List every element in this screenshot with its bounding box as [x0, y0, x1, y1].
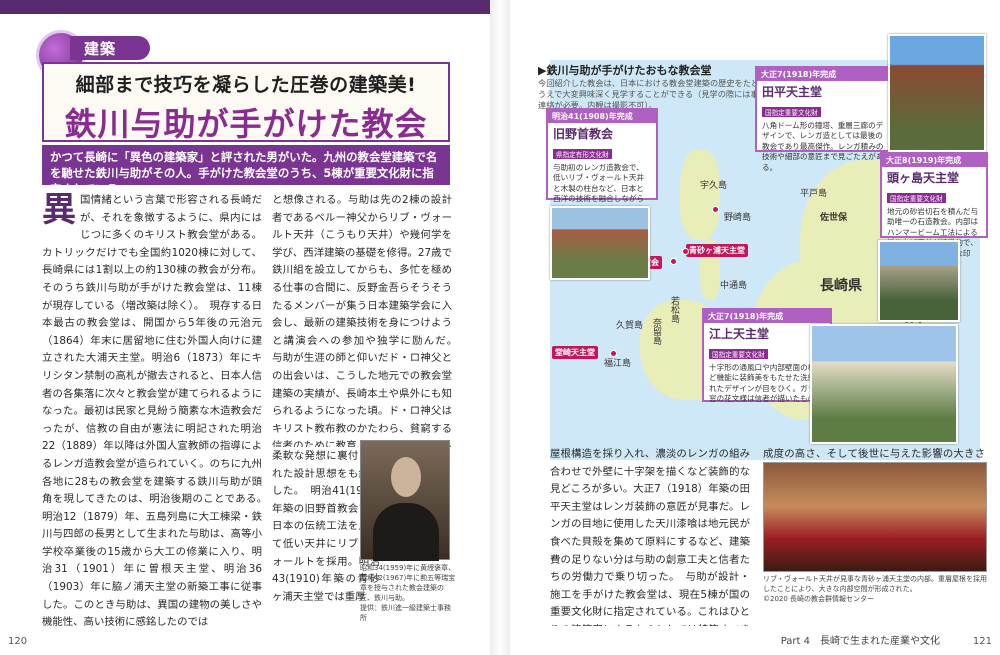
page-number-right: 121: [972, 636, 992, 647]
church-pin-icon: [712, 206, 719, 213]
article-column-5: 成度の高さ、そして後世に与えた影響の大きさを表しているといえるだろう。: [763, 448, 985, 460]
page-number-left: 120: [8, 636, 28, 647]
map-land-nakadori: [680, 150, 720, 240]
church-card-nokubi: 明治41(1908)年完成 旧野首教会 県指定有形文化財 与助初のレンガ造教会で…: [546, 108, 658, 224]
map-label: 奈留島: [651, 318, 661, 345]
map-label: 久賀島: [616, 321, 644, 331]
book-gutter: [490, 0, 510, 655]
article-column-4: 屋根構造を採り入れ、濃淡のレンガの組み合わせで外壁に十字架を描くなど装飾的な見ど…: [550, 448, 750, 626]
card-designation: 国指定重要文化財: [887, 193, 946, 203]
map-label: 若松島: [669, 296, 679, 323]
photo-aosagaura-interior: [763, 462, 987, 572]
top-bar-left: [0, 0, 490, 14]
church-pin-icon: [682, 248, 689, 255]
portrait-suit: [373, 503, 439, 561]
map-label: 長崎県: [820, 278, 862, 294]
church-card-tabira: 大正7(1918)年完成 田平天主堂 国指定重要文化財 八角ドーム形の鐘塔、重層…: [755, 66, 891, 172]
interior-caption: リブ・ヴォールト天井が見事な青砂ヶ浦天主堂の内部。重層屋根を採用したことにより、…: [763, 574, 987, 604]
map-title: ▶鉄川与助が手がけたおもな教会堂: [538, 64, 712, 77]
card-era: 大正7(1918)年完成: [757, 68, 889, 81]
portrait-photo: [360, 440, 450, 561]
map-label: 中通島: [720, 281, 748, 291]
portrait-face: [391, 457, 421, 497]
drop-cap: 異: [42, 190, 76, 230]
interior-caption-text: リブ・ヴォールト天井が見事な青砂ヶ浦天主堂の内部。重層屋根を採用したことにより、…: [763, 575, 987, 593]
portrait-credit: 提供：鉄川進一級建築士事務所: [360, 604, 451, 622]
church-tag: 青砂ヶ浦天主堂: [686, 244, 748, 257]
lead-text: かつて長崎に「異色の建築家」と評された男がいた。九州の教会堂建築で名を馳せた鉄川…: [42, 145, 450, 196]
interior-credit: ©2020 長崎の教会群情報センター: [763, 595, 875, 603]
card-designation: 国指定重要文化財: [762, 107, 821, 117]
card-era: 大正8(1919)年完成: [882, 154, 986, 167]
map-label: 福江島: [604, 359, 632, 369]
card-name: 田平天主堂: [762, 85, 823, 99]
article-column-1: 異国情緒という言葉で形容される長崎だが、それを象徴するように、県内にはじつに多く…: [42, 190, 272, 632]
card-designation: 国指定重要文化財: [709, 349, 768, 359]
category-label: 建築: [70, 36, 150, 60]
map-description: 今回紹介した教会は、日本における教会堂建築の歴史をたどるうえで大変興味深く見学す…: [538, 78, 768, 110]
card-era: 大正7(1918)年完成: [704, 310, 830, 323]
title-box: 細部まで技巧を凝らした圧巻の建築美! 鉄川与助が手がけた教会堂建築: [42, 62, 450, 189]
map-label: 野崎島: [724, 213, 752, 223]
portrait-caption: 昭和34(1959)年に黄綬褒章、昭和42(1967)年に勲五等瑞宝章を授与され…: [360, 563, 456, 623]
card-name: 旧野首教会: [553, 127, 614, 141]
church-tag: 堂崎天主堂: [552, 346, 598, 359]
photo-egami-church: [810, 324, 958, 444]
photo-nokubi-church: [550, 206, 650, 280]
portrait-caption-text: 昭和34(1959)年に黄綬褒章、昭和42(1967)年に勲五等瑞宝章を授与され…: [360, 564, 456, 602]
church-card-kashiragashima: 大正8(1919)年完成 頭ヶ島天主堂 国指定重要文化財 地元の砂岩切石を積んだ…: [880, 152, 988, 268]
footer-part-title: Part 4 長崎で生まれた産業や文化: [780, 636, 940, 647]
title-subtitle: 細部まで技巧を凝らした圧巻の建築美!: [75, 74, 417, 96]
church-pin-icon: [670, 258, 677, 265]
photo-kashiragashima-church: [878, 240, 960, 322]
map-label: 宇久島: [700, 181, 728, 191]
card-era: 明治41(1908)年完成: [548, 110, 656, 123]
card-name: 頭ヶ島天主堂: [887, 171, 960, 185]
church-pin-icon: [610, 350, 617, 357]
map-label: 佐世保: [820, 213, 848, 223]
photo-tabira-church: [888, 34, 986, 152]
article-column-2: と想像される。与助は先の2棟の設計者であるペルー神父からリブ・ヴォールト天井（こ…: [272, 194, 452, 447]
card-description: 八角ドーム形の鐘塔、重層三廊のデザインで、レンガ造としては最後の教会であり最高傑…: [762, 121, 884, 172]
article-column-1-text: 国情緒という言葉で形容される長崎だが、それを象徴するように、県内にはじつに多くの…: [42, 194, 273, 629]
card-designation: 県指定有形文化財: [553, 149, 612, 159]
map-label: 平戸島: [800, 189, 828, 199]
